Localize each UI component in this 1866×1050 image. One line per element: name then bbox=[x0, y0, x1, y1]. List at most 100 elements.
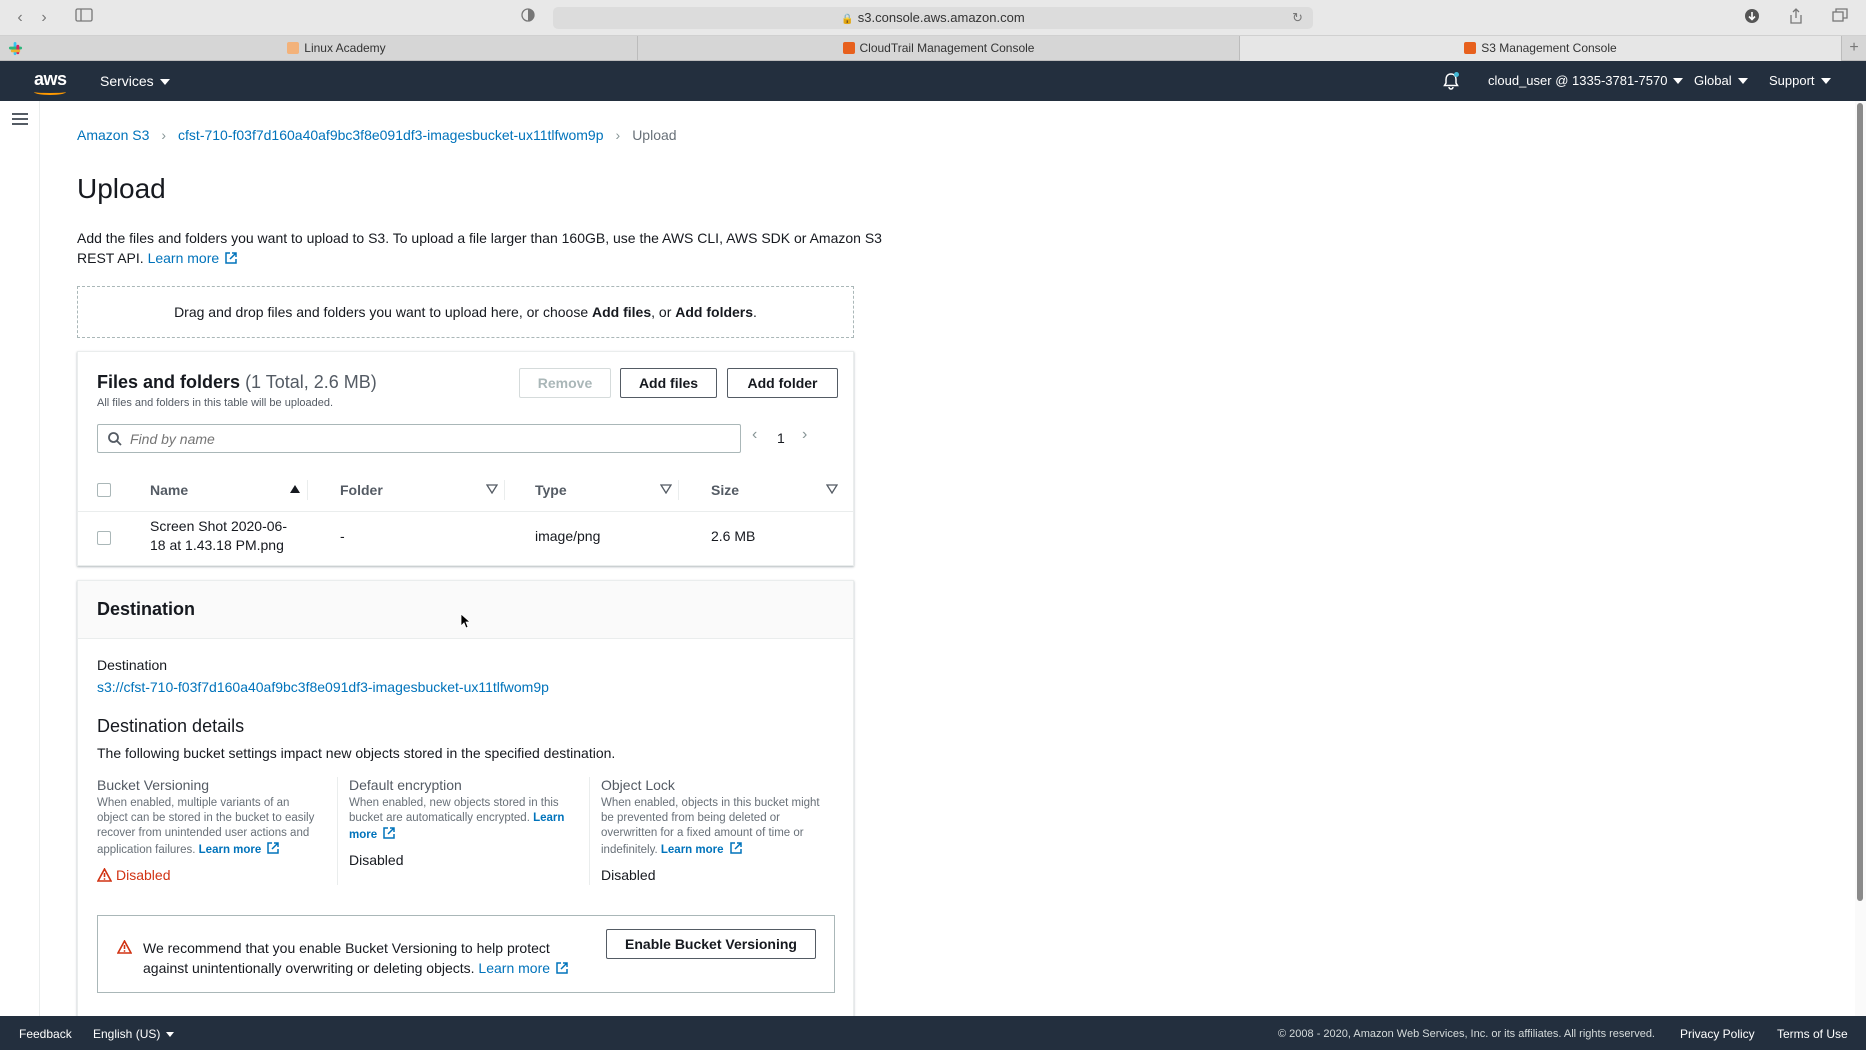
back-icon[interactable]: ‹ bbox=[8, 8, 32, 28]
dropzone-add-folders: Add folders bbox=[675, 304, 754, 320]
terms-of-use-link[interactable]: Terms of Use bbox=[1777, 1027, 1848, 1041]
sidebar-toggle-icon[interactable] bbox=[72, 8, 96, 28]
alert-learn-more-link[interactable]: Learn more bbox=[478, 960, 569, 976]
language-label: English (US) bbox=[93, 1027, 161, 1041]
share-icon[interactable] bbox=[1784, 8, 1808, 28]
privacy-policy-link[interactable]: Privacy Policy bbox=[1680, 1027, 1755, 1041]
download-icon[interactable] bbox=[1740, 8, 1764, 28]
learn-more-label: Learn more bbox=[198, 844, 262, 856]
menu-icon[interactable] bbox=[12, 113, 28, 125]
page-scrollbar[interactable] bbox=[1855, 101, 1866, 1016]
browser-tabs: Linux Academy CloudTrail Management Cons… bbox=[0, 36, 1866, 61]
table-header: Name Folder Type Size bbox=[78, 468, 853, 512]
intro-text: Add the files and folders you want to up… bbox=[77, 228, 897, 268]
default-encryption-status: Disabled bbox=[349, 852, 404, 868]
default-encryption-description: When enabled, new objects stored in this… bbox=[349, 796, 571, 843]
linux-academy-favicon-icon bbox=[287, 42, 300, 54]
address-bar[interactable]: 🔒 s3.console.aws.amazon.com ↻ bbox=[553, 7, 1313, 29]
previous-page-icon[interactable]: ‹ bbox=[752, 426, 757, 444]
tab-linux-academy[interactable]: Linux Academy bbox=[36, 36, 638, 61]
chevron-right-icon: › bbox=[615, 127, 621, 143]
alert-text: We recommend that you enable Bucket Vers… bbox=[143, 938, 583, 978]
column-header-name[interactable]: Name bbox=[150, 482, 188, 498]
learn-more-link[interactable]: Learn more bbox=[148, 250, 239, 266]
sort-icon[interactable] bbox=[486, 484, 498, 494]
current-page-number[interactable]: 1 bbox=[777, 430, 785, 446]
size-cell: 2.6 MB bbox=[711, 528, 756, 544]
external-link-icon bbox=[729, 842, 742, 854]
page-title: Upload bbox=[77, 173, 166, 204]
object-lock-title: Object Lock bbox=[601, 777, 675, 793]
dropzone-text: , or bbox=[651, 304, 676, 320]
tab-cloudtrail[interactable]: CloudTrail Management Console bbox=[638, 36, 1240, 61]
files-count: (1 Total, 2.6 MB) bbox=[245, 372, 377, 392]
services-menu[interactable]: Services bbox=[100, 73, 170, 89]
enable-bucket-versioning-button[interactable]: Enable Bucket Versioning bbox=[606, 929, 816, 959]
search-icon bbox=[108, 432, 122, 446]
services-label: Services bbox=[100, 73, 154, 89]
privacy-shield-icon[interactable] bbox=[516, 8, 540, 28]
tab-label: CloudTrail Management Console bbox=[859, 41, 1035, 55]
row-checkbox[interactable] bbox=[97, 531, 111, 545]
add-files-button[interactable]: Add files bbox=[620, 368, 717, 398]
bucket-versioning-value: Disabled bbox=[116, 867, 171, 883]
breadcrumb: Amazon S3 › cfst-710-f03f7d160a40af9bc3f8e… bbox=[77, 127, 677, 143]
files-title-text: Files and folders bbox=[97, 372, 241, 392]
scrollbar-thumb[interactable] bbox=[1857, 103, 1863, 901]
side-navigation-rail bbox=[0, 101, 40, 1016]
notifications-bell-icon[interactable] bbox=[1441, 71, 1461, 91]
select-all-checkbox[interactable] bbox=[97, 483, 111, 497]
add-folder-button[interactable]: Add folder bbox=[727, 368, 838, 398]
destination-uri-link[interactable]: s3://cfst-710-f03f7d160a40af9bc3f8e091df… bbox=[97, 679, 549, 695]
object-lock-learn-more-link[interactable]: Learn more bbox=[661, 842, 743, 856]
main-content: Amazon S3 › cfst-710-f03f7d160a40af9bc3f8e… bbox=[40, 101, 1855, 1016]
forward-icon[interactable]: › bbox=[32, 8, 56, 28]
destination-panel: Destination Destination s3://cfst-710-f0… bbox=[77, 580, 854, 1016]
find-by-name-search[interactable] bbox=[97, 424, 741, 453]
sort-icon[interactable] bbox=[660, 484, 672, 494]
new-tab-icon[interactable]: + bbox=[1842, 38, 1866, 58]
warning-icon bbox=[97, 868, 112, 882]
caret-down-icon bbox=[1673, 78, 1684, 84]
breadcrumb-bucket[interactable]: cfst-710-f03f7d160a40af9bc3f8e091df3-ima… bbox=[178, 127, 603, 143]
bucket-versioning-learn-more-link[interactable]: Learn more bbox=[198, 842, 281, 856]
folder-cell: - bbox=[340, 528, 345, 544]
url-text: s3.console.aws.amazon.com bbox=[857, 10, 1025, 25]
column-header-folder[interactable]: Folder bbox=[340, 482, 383, 498]
dropzone-text: Drag and drop files and folders you want… bbox=[174, 304, 592, 320]
reload-icon[interactable]: ↻ bbox=[1292, 7, 1303, 29]
aws-favicon-icon bbox=[1464, 42, 1477, 54]
language-selector[interactable]: English (US) bbox=[93, 1027, 175, 1041]
tab-s3-console[interactable]: S3 Management Console bbox=[1240, 36, 1842, 61]
region-label: Global bbox=[1694, 73, 1732, 88]
console-footer: Feedback English (US) © 2008 - 2020, Ama… bbox=[0, 1016, 1866, 1050]
region-menu[interactable]: Global bbox=[1694, 73, 1748, 88]
slack-icon[interactable] bbox=[8, 41, 23, 56]
account-menu[interactable]: cloud_user @ 1335-3781-7570 bbox=[1488, 73, 1684, 88]
files-panel-subtitle: All files and folders in this table will… bbox=[97, 397, 334, 409]
sort-icon[interactable] bbox=[826, 484, 838, 494]
object-lock-description: When enabled, objects in this bucket mig… bbox=[601, 796, 823, 858]
support-menu[interactable]: Support bbox=[1769, 73, 1831, 88]
feedback-link[interactable]: Feedback bbox=[19, 1027, 72, 1041]
learn-more-label: Learn more bbox=[147, 250, 220, 266]
file-name-line: Screen Shot 2020-06- bbox=[150, 518, 287, 534]
column-header-size[interactable]: Size bbox=[711, 482, 739, 498]
caret-down-icon bbox=[1820, 78, 1831, 84]
learn-more-label: Learn more bbox=[478, 960, 551, 976]
breadcrumb-amazon-s3[interactable]: Amazon S3 bbox=[77, 127, 149, 143]
sort-ascending-icon[interactable] bbox=[289, 484, 301, 494]
default-encryption-desc-text: When enabled, new objects stored in this… bbox=[349, 797, 559, 824]
copyright-text: © 2008 - 2020, Amazon Web Services, Inc.… bbox=[1278, 1028, 1655, 1040]
aws-logo[interactable]: aws bbox=[34, 69, 67, 95]
dropzone-add-files: Add files bbox=[592, 304, 652, 320]
tabs-overview-icon[interactable] bbox=[1828, 8, 1852, 28]
column-header-type[interactable]: Type bbox=[535, 482, 567, 498]
search-input[interactable] bbox=[130, 428, 730, 449]
upload-dropzone[interactable]: Drag and drop files and folders you want… bbox=[77, 286, 854, 338]
remove-button[interactable]: Remove bbox=[519, 368, 611, 398]
destination-header: Destination bbox=[78, 581, 853, 639]
warning-icon bbox=[117, 940, 132, 954]
next-page-icon[interactable]: › bbox=[802, 426, 807, 444]
table-row[interactable]: Screen Shot 2020-06- 18 at 1.43.18 PM.pn… bbox=[78, 512, 853, 564]
